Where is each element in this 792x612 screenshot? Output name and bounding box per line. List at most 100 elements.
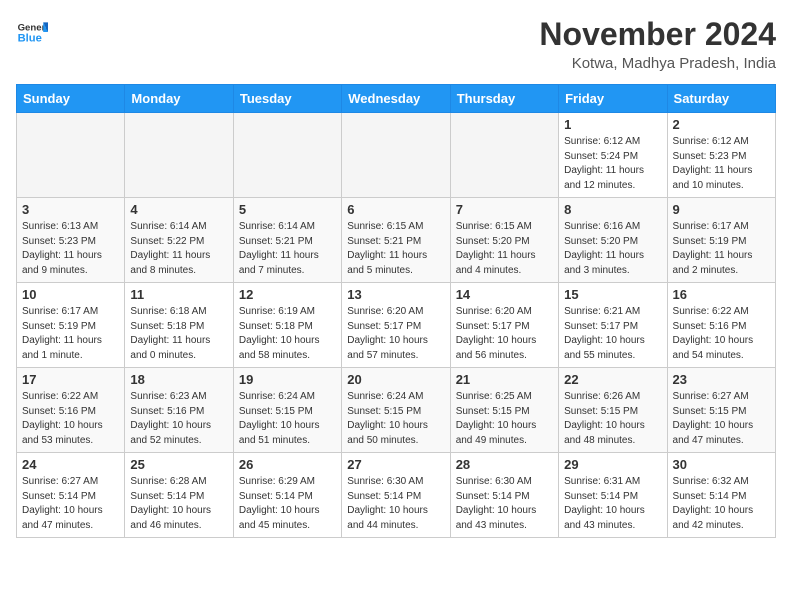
day-number: 22 [564, 372, 661, 387]
calendar-cell: 5 Sunrise: 6:14 AMSunset: 5:21 PMDaylight… [233, 198, 341, 283]
day-number: 28 [456, 457, 553, 472]
day-info: Sunrise: 6:18 AMSunset: 5:18 PMDaylight:… [130, 305, 227, 363]
day-info: Sunrise: 6:12 AMSunset: 5:24 PMDaylight:… [564, 135, 661, 193]
day-info: Sunrise: 6:21 AMSunset: 5:17 PMDaylight:… [564, 305, 661, 363]
day-info: Sunrise: 6:24 AMSunset: 5:15 PMDaylight:… [347, 390, 444, 448]
calendar-cell: 11 Sunrise: 6:18 AMSunset: 5:18 PMDayligh… [125, 283, 233, 368]
day-number: 13 [347, 287, 444, 302]
day-info: Sunrise: 6:19 AMSunset: 5:18 PMDaylight:… [239, 305, 336, 363]
day-info: Sunrise: 6:14 AMSunset: 5:21 PMDaylight:… [239, 220, 336, 278]
month-title: November 2024 [539, 16, 776, 53]
day-number: 14 [456, 287, 553, 302]
day-info: Sunrise: 6:29 AMSunset: 5:14 PMDaylight:… [239, 475, 336, 533]
day-number: 4 [130, 202, 227, 217]
day-info: Sunrise: 6:22 AMSunset: 5:16 PMDaylight:… [22, 390, 119, 448]
day-number: 26 [239, 457, 336, 472]
day-number: 30 [673, 457, 770, 472]
day-number: 21 [456, 372, 553, 387]
day-number: 15 [564, 287, 661, 302]
day-number: 6 [347, 202, 444, 217]
weekday-header-sunday: Sunday [17, 85, 125, 113]
weekday-header-tuesday: Tuesday [233, 85, 341, 113]
day-info: Sunrise: 6:30 AMSunset: 5:14 PMDaylight:… [456, 475, 553, 533]
day-number: 25 [130, 457, 227, 472]
calendar-cell: 15 Sunrise: 6:21 AMSunset: 5:17 PMDayligh… [559, 283, 667, 368]
day-number: 27 [347, 457, 444, 472]
day-number: 2 [673, 117, 770, 132]
calendar-cell: 27 Sunrise: 6:30 AMSunset: 5:14 PMDayligh… [342, 453, 450, 538]
calendar-cell: 16Sunrise: 6:22 AMSunset: 5:16 PMDayligh… [667, 283, 775, 368]
day-number: 24 [22, 457, 119, 472]
calendar-cell: 12 Sunrise: 6:19 AMSunset: 5:18 PMDayligh… [233, 283, 341, 368]
calendar-week-5: 24 Sunrise: 6:27 AMSunset: 5:14 PMDayligh… [17, 453, 776, 538]
day-info: Sunrise: 6:22 AMSunset: 5:16 PMDaylight:… [673, 305, 770, 363]
calendar-week-2: 3 Sunrise: 6:13 AMSunset: 5:23 PMDaylight… [17, 198, 776, 283]
weekday-header-saturday: Saturday [667, 85, 775, 113]
day-info: Sunrise: 6:20 AMSunset: 5:17 PMDaylight:… [456, 305, 553, 363]
calendar-cell: 21 Sunrise: 6:25 AMSunset: 5:15 PMDayligh… [450, 368, 558, 453]
day-number: 1 [564, 117, 661, 132]
day-info: Sunrise: 6:17 AMSunset: 5:19 PMDaylight:… [673, 220, 770, 278]
calendar-cell [233, 113, 341, 198]
day-info: Sunrise: 6:16 AMSunset: 5:20 PMDaylight:… [564, 220, 661, 278]
day-info: Sunrise: 6:15 AMSunset: 5:21 PMDaylight:… [347, 220, 444, 278]
page-header: General Blue November 2024 Kotwa, Madhya… [16, 16, 776, 72]
day-number: 18 [130, 372, 227, 387]
calendar-cell [17, 113, 125, 198]
calendar-cell: 29 Sunrise: 6:31 AMSunset: 5:14 PMDayligh… [559, 453, 667, 538]
weekday-header-wednesday: Wednesday [342, 85, 450, 113]
logo: General Blue [16, 16, 48, 48]
calendar-cell: 25 Sunrise: 6:28 AMSunset: 5:14 PMDayligh… [125, 453, 233, 538]
weekday-header-monday: Monday [125, 85, 233, 113]
day-number: 29 [564, 457, 661, 472]
day-number: 23 [673, 372, 770, 387]
calendar-cell [450, 113, 558, 198]
calendar-cell: 30 Sunrise: 6:32 AMSunset: 5:14 PMDayligh… [667, 453, 775, 538]
day-number: 11 [130, 287, 227, 302]
calendar-cell: 7Sunrise: 6:15 AMSunset: 5:20 PMDaylight… [450, 198, 558, 283]
day-number: 19 [239, 372, 336, 387]
day-number: 9 [673, 202, 770, 217]
calendar-cell: 18Sunrise: 6:23 AMSunset: 5:16 PMDayligh… [125, 368, 233, 453]
day-number: 3 [22, 202, 119, 217]
day-number: 20 [347, 372, 444, 387]
day-number: 17 [22, 372, 119, 387]
calendar-cell: 23Sunrise: 6:27 AMSunset: 5:15 PMDayligh… [667, 368, 775, 453]
location-title: Kotwa, Madhya Pradesh, India [539, 55, 776, 72]
day-number: 12 [239, 287, 336, 302]
calendar-cell: 9 Sunrise: 6:17 AMSunset: 5:19 PMDaylight… [667, 198, 775, 283]
day-info: Sunrise: 6:12 AMSunset: 5:23 PMDaylight:… [673, 135, 770, 193]
calendar-cell: 26 Sunrise: 6:29 AMSunset: 5:14 PMDayligh… [233, 453, 341, 538]
day-number: 5 [239, 202, 336, 217]
calendar-table: SundayMondayTuesdayWednesdayThursdayFrid… [16, 84, 776, 538]
weekday-header-friday: Friday [559, 85, 667, 113]
calendar-week-4: 17 Sunrise: 6:22 AMSunset: 5:16 PMDayligh… [17, 368, 776, 453]
weekday-header-thursday: Thursday [450, 85, 558, 113]
day-info: Sunrise: 6:31 AMSunset: 5:14 PMDaylight:… [564, 475, 661, 533]
day-info: Sunrise: 6:15 AMSunset: 5:20 PMDaylight:… [456, 220, 553, 278]
calendar-cell [342, 113, 450, 198]
calendar-cell: 28 Sunrise: 6:30 AMSunset: 5:14 PMDayligh… [450, 453, 558, 538]
calendar-cell: 8 Sunrise: 6:16 AMSunset: 5:20 PMDaylight… [559, 198, 667, 283]
calendar-cell: 10Sunrise: 6:17 AMSunset: 5:19 PMDayligh… [17, 283, 125, 368]
day-info: Sunrise: 6:28 AMSunset: 5:14 PMDaylight:… [130, 475, 227, 533]
svg-text:Blue: Blue [18, 33, 42, 45]
day-info: Sunrise: 6:26 AMSunset: 5:15 PMDaylight:… [564, 390, 661, 448]
logo-icon: General Blue [16, 16, 48, 48]
day-info: Sunrise: 6:14 AMSunset: 5:22 PMDaylight:… [130, 220, 227, 278]
day-info: Sunrise: 6:25 AMSunset: 5:15 PMDaylight:… [456, 390, 553, 448]
calendar-cell: 24 Sunrise: 6:27 AMSunset: 5:14 PMDayligh… [17, 453, 125, 538]
day-info: Sunrise: 6:13 AMSunset: 5:23 PMDaylight:… [22, 220, 119, 278]
day-info: Sunrise: 6:30 AMSunset: 5:14 PMDaylight:… [347, 475, 444, 533]
day-info: Sunrise: 6:27 AMSunset: 5:14 PMDaylight:… [22, 475, 119, 533]
day-info: Sunrise: 6:32 AMSunset: 5:14 PMDaylight:… [673, 475, 770, 533]
title-block: November 2024 Kotwa, Madhya Pradesh, Ind… [539, 16, 776, 72]
day-number: 8 [564, 202, 661, 217]
weekday-header-row: SundayMondayTuesdayWednesdayThursdayFrid… [17, 85, 776, 113]
calendar-cell: 1 Sunrise: 6:12 AMSunset: 5:24 PMDaylight… [559, 113, 667, 198]
calendar-cell: 19Sunrise: 6:24 AMSunset: 5:15 PMDayligh… [233, 368, 341, 453]
calendar-cell: 6 Sunrise: 6:15 AMSunset: 5:21 PMDaylight… [342, 198, 450, 283]
calendar-cell: 3 Sunrise: 6:13 AMSunset: 5:23 PMDaylight… [17, 198, 125, 283]
day-number: 10 [22, 287, 119, 302]
calendar-cell: 17 Sunrise: 6:22 AMSunset: 5:16 PMDayligh… [17, 368, 125, 453]
